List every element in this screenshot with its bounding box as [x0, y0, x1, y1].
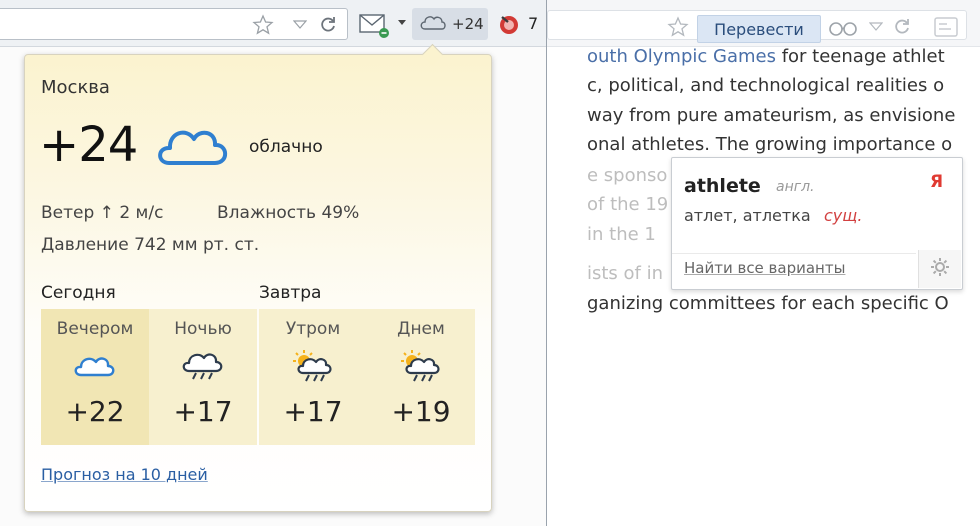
humidity-info: Влажность 49%: [217, 203, 360, 223]
ten-day-forecast-link[interactable]: Прогноз на 10 дней: [41, 465, 208, 484]
forecast-day: Днем +19: [367, 309, 475, 445]
forecast-label: Ночью: [174, 319, 232, 339]
forecast-temp: +17: [173, 395, 233, 428]
glasses-icon[interactable]: [827, 16, 861, 40]
part-of-speech: сущ.: [824, 206, 863, 225]
dropdown-arrow-icon[interactable]: [867, 18, 885, 36]
article-line: in the 1: [587, 224, 656, 245]
left-browser-window: +24 7 Москва +24 облачно Ветер ↑ 2 м/с В…: [0, 0, 547, 526]
article-line: ists of in: [587, 263, 664, 284]
tomorrow-title: Завтра: [259, 283, 322, 303]
reload-icon[interactable]: [891, 16, 913, 38]
right-toolbar: Перевести: [547, 0, 980, 47]
weather-popup: Москва +24 облачно Ветер ↑ 2 м/с Влажнос…: [24, 43, 492, 512]
article-line: c, political, and technological realitie…: [587, 75, 945, 96]
yandex-bar-icon[interactable]: [494, 10, 524, 38]
gear-icon: [930, 257, 950, 281]
popup-arrow: [421, 43, 444, 66]
all-variants-link[interactable]: Найти все варианты: [684, 259, 845, 277]
weather-toolbar-button[interactable]: +24: [412, 8, 488, 40]
article-line: ganizing committees for each specific O: [587, 293, 949, 314]
article-line: onal athletes. The growing importance o: [587, 134, 953, 155]
yandex-count: 7: [528, 14, 539, 33]
settings-button[interactable]: [918, 250, 961, 288]
forecast-evening: Вечером +22: [41, 309, 149, 445]
cloud-rain-icon: [179, 349, 227, 385]
sun-cloud-rain-icon: [397, 349, 445, 385]
forecast-temp: +22: [65, 395, 125, 428]
divider: [672, 253, 916, 254]
forecast-morning: Утром +17: [259, 309, 367, 445]
translation-popup: athlete англ. Я атлет, атлетка сущ. Найт…: [671, 157, 963, 290]
cloud-icon: [418, 12, 448, 36]
forecast-label: Утром: [285, 319, 341, 339]
address-bar[interactable]: [0, 8, 348, 40]
forecast-temp: +17: [283, 395, 343, 428]
translate-button[interactable]: Перевести: [697, 15, 821, 43]
article-line: way from pure amateurism, as envisione: [587, 105, 956, 126]
weather-toolbar-temp: +24: [452, 15, 484, 33]
current-temperature: +24: [39, 117, 138, 173]
star-icon[interactable]: [665, 14, 691, 40]
mail-dropdown-icon[interactable]: [396, 18, 408, 28]
left-toolbar: +24 7: [0, 0, 546, 47]
forecast-night: Ночью +17: [149, 309, 257, 445]
forecast-label: Днем: [397, 319, 445, 339]
article-link[interactable]: outh Olympic Games: [587, 46, 776, 67]
article-line: e sponso: [587, 165, 668, 186]
article-line: of the 19: [587, 194, 669, 215]
dropdown-arrow-icon[interactable]: [291, 15, 309, 35]
source-language: англ.: [776, 179, 815, 195]
mail-icon[interactable]: [356, 10, 392, 40]
forecast-label: Вечером: [56, 319, 134, 339]
large-cloud-icon: [153, 121, 233, 173]
wind-info: Ветер ↑ 2 м/с: [41, 203, 164, 223]
source-word: athlete: [684, 175, 761, 197]
today-title: Сегодня: [41, 283, 116, 303]
pressure-info: Давление 742 мм рт. ст.: [41, 235, 260, 255]
reload-icon[interactable]: [317, 14, 339, 36]
article-line: outh Olympic Games for teenage athlet: [587, 46, 945, 67]
sun-cloud-rain-icon: [289, 349, 337, 385]
condition-text: облачно: [249, 137, 323, 157]
city-name: Москва: [41, 77, 110, 98]
yandex-logo[interactable]: Я: [930, 172, 943, 192]
star-icon[interactable]: [251, 13, 275, 37]
forecast-temp: +19: [391, 395, 451, 428]
app-icon[interactable]: [931, 14, 961, 40]
translation-text: атлет, атлетка: [684, 206, 811, 225]
cloud-icon: [71, 349, 119, 385]
